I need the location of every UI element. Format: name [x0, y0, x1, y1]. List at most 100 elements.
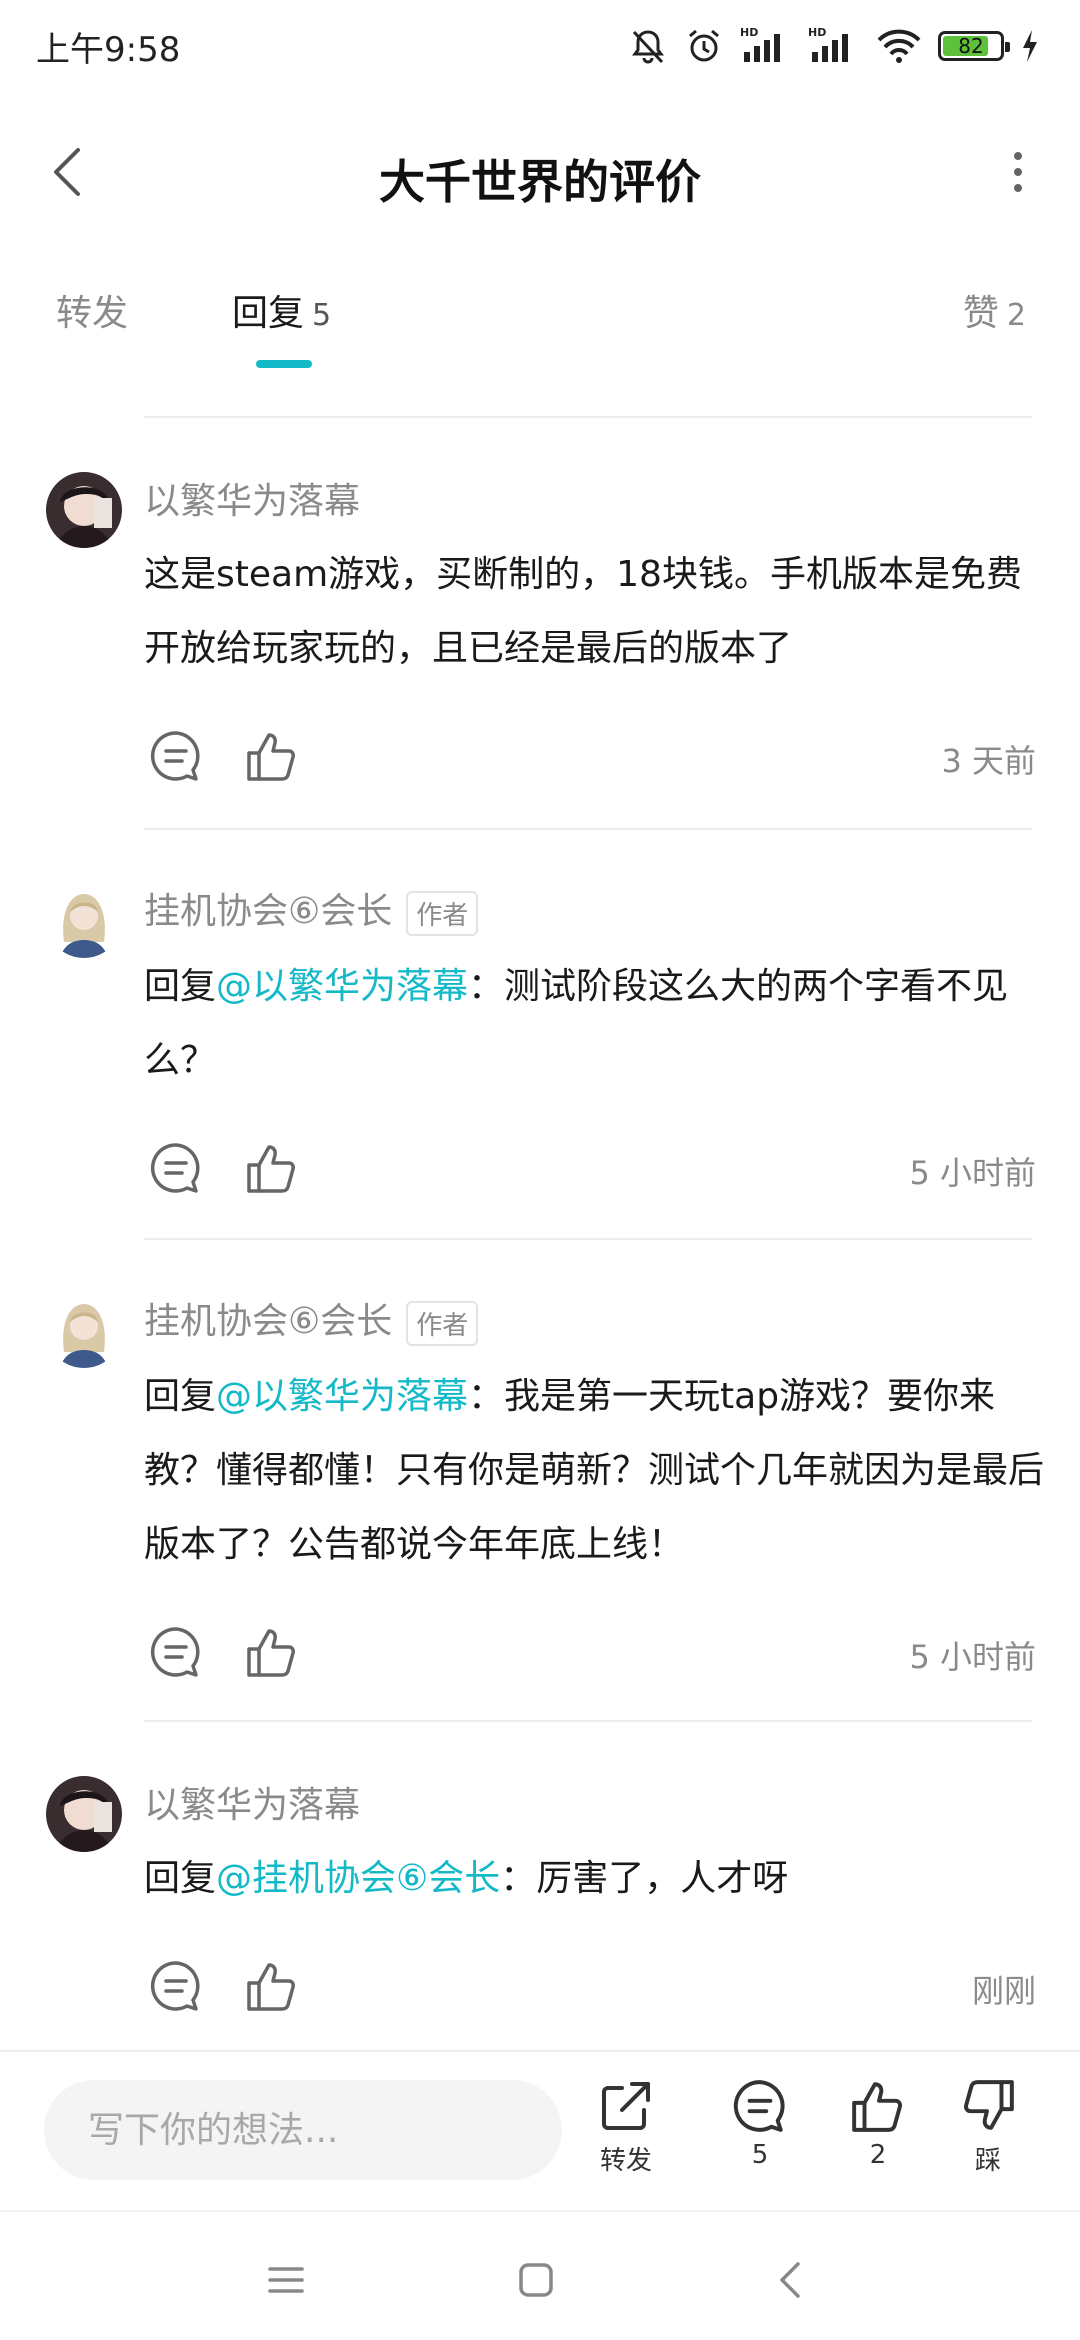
comment-input[interactable]	[44, 2080, 562, 2180]
reply-prefix: 回复	[144, 1858, 217, 1899]
comment-time: 5 小时前	[909, 1154, 1036, 1192]
mention-link[interactable]: @挂机协会⑥会长	[216, 1858, 500, 1899]
alarm-icon	[689, 29, 719, 62]
tab-forward-label: 转发	[56, 293, 129, 334]
reply-button[interactable]	[144, 1954, 208, 2018]
comment-username-text: 挂机协会⑥会长	[144, 891, 393, 932]
author-badge: 作者	[406, 890, 479, 936]
blonde-anime-avatar-icon	[46, 882, 122, 958]
thumbs-up-icon	[247, 1145, 295, 1193]
tab-likes-count: 2	[1006, 298, 1026, 333]
tab-reply-count: 5	[312, 298, 332, 333]
tab-reply-label: 回复	[232, 293, 305, 334]
divider	[144, 416, 1032, 418]
thumbs-down-icon	[964, 2080, 1014, 2130]
thumbs-up-icon	[247, 1963, 295, 2011]
comment-button[interactable]: 5	[712, 2078, 808, 2190]
tab-likes-label: 赞	[962, 293, 999, 334]
chevron-left-icon	[780, 2262, 800, 2298]
signal-icon-2: HD	[808, 26, 848, 62]
dislike-label: 踩	[974, 2146, 1001, 2176]
like-post-button[interactable]: 2	[830, 2078, 926, 2190]
page-title: 大千世界的评价	[379, 155, 701, 209]
avatar[interactable]	[46, 472, 122, 548]
signal-icon: HD	[740, 26, 780, 62]
comment-username[interactable]: 挂机协会⑥会长 作者	[144, 882, 479, 936]
comment-actions: 5 小时前	[144, 1620, 1036, 1684]
battery-icon: 82	[938, 31, 1010, 61]
status-bar: 上午9:58 HD HD 82	[0, 0, 1080, 90]
system-back-button[interactable]	[758, 2248, 822, 2312]
comment-actions: 5 小时前	[144, 1136, 1036, 1200]
more-options-button[interactable]	[986, 140, 1050, 204]
dark-anime-avatar-icon	[46, 1776, 122, 1852]
system-navigation-bar	[0, 2210, 1080, 2340]
like-count: 2	[869, 2140, 887, 2170]
comment-actions: 3 天前	[144, 724, 1036, 788]
comment-icon	[150, 1961, 200, 2011]
avatar[interactable]	[46, 882, 122, 958]
dislike-button[interactable]: 踩	[940, 2078, 1036, 2190]
menu-icon	[268, 2267, 304, 2293]
recent-apps-button[interactable]	[254, 2248, 318, 2312]
divider	[144, 1238, 1032, 1240]
active-tab-indicator	[256, 360, 312, 368]
home-square-icon	[519, 2263, 553, 2297]
thumbs-up-icon	[247, 1629, 295, 1677]
comment-body: 这是steam游戏，买断制的，18块钱。手机版本是免费开放给玩家玩的，且已经是最…	[144, 554, 1022, 669]
avatar[interactable]	[46, 1776, 122, 1852]
tab-likes[interactable]: 赞2	[963, 284, 1026, 336]
comment-icon	[733, 2080, 785, 2132]
battery-level: 82	[958, 34, 984, 58]
dark-anime-avatar-icon	[46, 472, 122, 548]
bottom-action-bar: 转发 5 2 踩	[0, 2050, 1080, 2210]
comment-username[interactable]: 挂机协会⑥会长 作者	[144, 1292, 479, 1346]
comment-text: 这是steam游戏，买断制的，18块钱。手机版本是免费开放给玩家玩的，且已经是最…	[144, 538, 1044, 686]
comment-body: ：厉害了，人才呀	[500, 1858, 789, 1899]
reply-button[interactable]	[144, 724, 208, 788]
charging-icon	[1023, 30, 1037, 62]
reply-list[interactable]: 以繁华为落幕 这是steam游戏，买断制的，18块钱。手机版本是免费开放给玩家玩…	[0, 370, 1080, 2050]
like-button[interactable]	[240, 724, 304, 788]
comment-count: 5	[751, 2140, 769, 2170]
comment-text: 回复@以繁华为落幕：我是第一天玩tap游戏？要你来教？懂得都懂！只有你是萌新？测…	[144, 1360, 1044, 1582]
blonde-anime-avatar-icon	[46, 1292, 122, 1368]
comment-text: 回复@以繁华为落幕：测试阶段这么大的两个字看不见么？	[144, 950, 1044, 1098]
header: 大千世界的评价	[0, 110, 1080, 240]
thumbs-up-icon	[247, 733, 295, 781]
mute-notification-icon	[632, 30, 664, 64]
forward-button[interactable]: 转发	[578, 2078, 674, 2190]
tab-forward[interactable]: 转发	[56, 284, 128, 336]
more-vertical-icon	[1014, 152, 1022, 192]
forward-label: 转发	[599, 2146, 652, 2176]
mention-link[interactable]: @以繁华为落幕	[216, 1376, 468, 1417]
like-button[interactable]	[240, 1136, 304, 1200]
network-label: HD	[740, 26, 758, 39]
comment-time: 5 小时前	[909, 1638, 1036, 1676]
comment-actions: 刚刚	[144, 1954, 1036, 2018]
divider	[144, 1720, 1032, 1722]
reply-prefix: 回复	[144, 1376, 217, 1417]
like-button[interactable]	[240, 1620, 304, 1684]
comment-username[interactable]: 以繁华为落幕	[144, 1776, 360, 1828]
tab-reply[interactable]: 回复 5	[232, 284, 331, 336]
wifi-icon	[877, 29, 921, 63]
home-button[interactable]	[504, 2248, 568, 2312]
divider	[144, 828, 1032, 830]
status-time: 上午9:58	[36, 30, 181, 70]
reply-button[interactable]	[144, 1136, 208, 1200]
share-icon	[602, 2082, 650, 2130]
status-icons: HD HD 82	[628, 22, 1040, 70]
comment-time: 3 天前	[941, 742, 1036, 780]
comment-icon	[150, 1627, 200, 1677]
tab-bar: 转发 回复 5 赞2	[0, 260, 1080, 370]
comment-time: 刚刚	[971, 1972, 1036, 2010]
reply-prefix: 回复	[144, 966, 217, 1007]
like-button[interactable]	[240, 1954, 304, 2018]
comment-username[interactable]: 以繁华为落幕	[144, 472, 360, 524]
avatar[interactable]	[46, 1292, 122, 1368]
mention-link[interactable]: @以繁华为落幕	[216, 966, 468, 1007]
comment-icon	[150, 731, 200, 781]
network-label-2: HD	[808, 26, 826, 39]
reply-button[interactable]	[144, 1620, 208, 1684]
